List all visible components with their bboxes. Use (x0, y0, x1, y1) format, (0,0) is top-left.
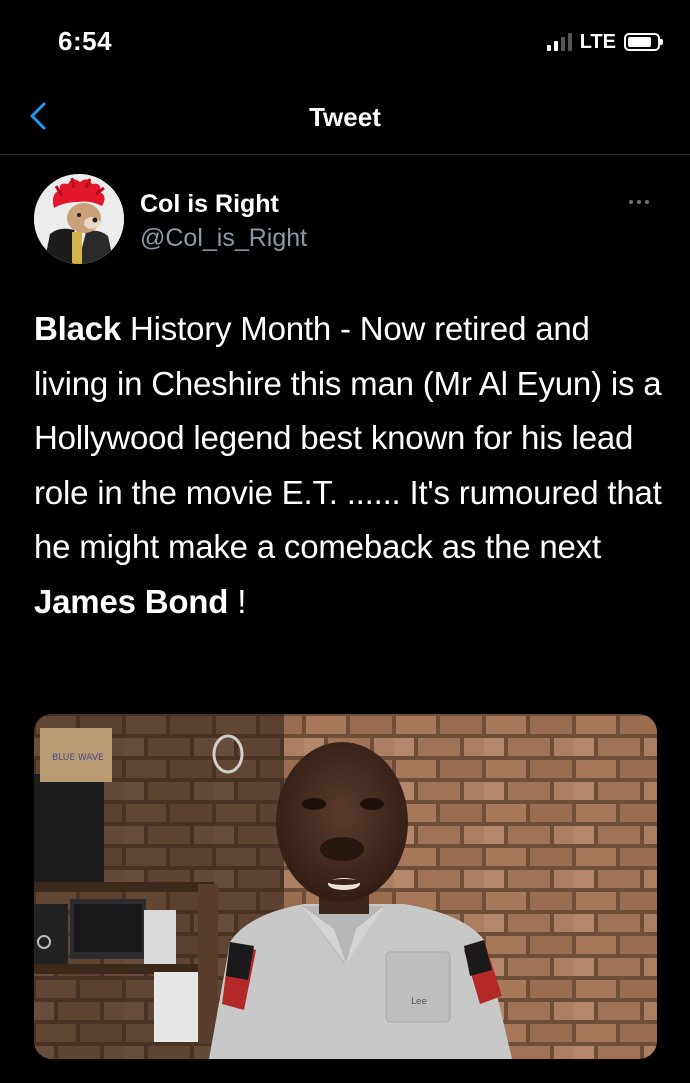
tweet-text: Black History Month - Now retired and li… (34, 302, 664, 629)
nav-bar: Tweet (0, 84, 690, 155)
tweet-text-segment: James Bond (34, 582, 229, 620)
shirt-label: Lee (411, 997, 427, 1007)
user-handle[interactable]: @Col_is_Right (140, 224, 307, 253)
signal-bar (560, 37, 565, 51)
photo-image: BLUE WAVE Lee (34, 714, 657, 1059)
ellipsis-icon-dot (637, 200, 641, 204)
signal-bar (553, 41, 558, 51)
signal-bar (567, 33, 572, 51)
ellipsis-icon-dot (645, 200, 649, 204)
box-label: BLUE WAVE (52, 753, 104, 763)
tweet-text-segment: ! (228, 582, 247, 620)
ellipsis-icon (629, 200, 633, 204)
more-button[interactable] (624, 192, 654, 212)
battery-icon (624, 33, 663, 51)
display-name[interactable]: Col is Right (140, 190, 279, 219)
avatar-image (34, 174, 124, 264)
status-time: 6:54 (58, 26, 113, 56)
battery-fill (628, 37, 652, 47)
network-type: LTE (579, 30, 616, 53)
signal-icon (546, 33, 572, 51)
tweet-header: Col is Right @Col_is_Right (0, 172, 690, 272)
page-title: Tweet (309, 102, 381, 132)
tweet-text-segment: History Month - Now retired and living i… (34, 310, 662, 565)
tweet-text-segment: Black (34, 310, 122, 347)
avatar[interactable] (34, 174, 124, 264)
tweet-photo[interactable]: BLUE WAVE Lee (34, 714, 657, 1059)
status-indicators: LTE (546, 30, 663, 54)
status-bar: 6:54 LTE (0, 0, 690, 84)
signal-bar (546, 45, 551, 51)
